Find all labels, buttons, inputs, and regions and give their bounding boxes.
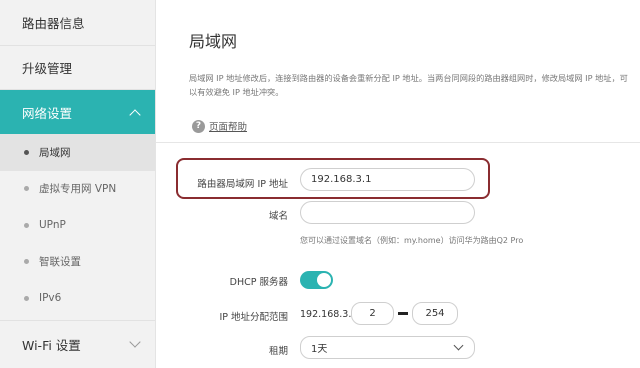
- sidebar-item-ipv6[interactable]: IPv6: [0, 280, 155, 317]
- bullet-icon: [24, 149, 29, 155]
- bullet-icon: [24, 259, 29, 265]
- help-circle-icon: ?: [192, 119, 205, 133]
- main-content: 局域网 局域网 IP 地址修改后，连接到路由器的设备会重新分配 IP 地址。当两…: [156, 0, 640, 368]
- bullet-icon: [24, 295, 29, 301]
- nav-router-info[interactable]: 路由器信息: [0, 0, 155, 46]
- ip-range-start-input[interactable]: 2: [351, 302, 394, 325]
- nav-network-settings[interactable]: 网络设置: [0, 90, 155, 134]
- sidebar-item-lan[interactable]: 局域网: [0, 134, 155, 171]
- nav-upgrade[interactable]: 升级管理: [0, 46, 155, 90]
- dhcp-label: DHCP 服务器: [229, 277, 288, 288]
- lan-ip-label: 路由器局域网 IP 地址: [197, 179, 288, 190]
- nav-upgrade-label: 升级管理: [22, 61, 73, 76]
- sidebar-item-smart-link[interactable]: 智联设置: [0, 244, 155, 281]
- nav-wifi-settings-label: Wi-Fi 设置: [22, 338, 81, 353]
- sidebar-item-vpn[interactable]: 虚拟专用网 VPN: [0, 171, 155, 208]
- chevron-down-icon: [129, 336, 141, 348]
- nav-network-settings-label: 网络设置: [22, 105, 73, 121]
- ip-range-prefix: 192.168.3.: [300, 309, 352, 320]
- sidebar-item-label: 局域网: [39, 146, 71, 159]
- domain-label: 域名: [268, 211, 288, 222]
- ip-range-label: IP 地址分配范围: [219, 312, 288, 323]
- chevron-up-icon: [129, 108, 141, 121]
- dhcp-toggle[interactable]: [300, 271, 333, 289]
- sidebar-item-upnp[interactable]: UPnP: [0, 207, 155, 244]
- sidebar-item-label: 虚拟专用网 VPN: [39, 183, 117, 196]
- divider: [156, 142, 640, 143]
- range-dash: [398, 312, 408, 315]
- domain-hint: 您可以通过设置域名（例如：my.home）访问华为路由Q2 Pro: [300, 236, 524, 245]
- sidebar: 路由器信息 升级管理 网络设置 局域网 虚拟专用网 VPN UPnP 智联设置 …: [0, 0, 156, 368]
- lease-label: 租期: [268, 346, 288, 357]
- chevron-down-icon: [453, 340, 464, 351]
- sidebar-item-label: 智联设置: [39, 256, 81, 269]
- lease-select[interactable]: 1天: [300, 336, 475, 359]
- bullet-icon: [24, 222, 29, 228]
- page-description: 局域网 IP 地址修改后，连接到路由器的设备会重新分配 IP 地址。当两台同网段…: [189, 73, 628, 97]
- ip-range-end-input[interactable]: 254: [412, 302, 458, 325]
- bullet-icon: [24, 186, 29, 192]
- sidebar-item-label: UPnP: [39, 219, 66, 232]
- page-title: 局域网: [189, 32, 238, 51]
- lan-ip-input[interactable]: 192.168.3.1: [300, 168, 475, 191]
- nav-router-info-label: 路由器信息: [22, 16, 85, 31]
- domain-input[interactable]: [300, 201, 475, 224]
- sidebar-item-label: IPv6: [39, 292, 62, 305]
- lease-select-value: 1天: [311, 344, 328, 355]
- nav-wifi-settings[interactable]: Wi-Fi 设置: [0, 320, 155, 368]
- help-link-label: 页面帮助: [209, 122, 248, 133]
- help-link[interactable]: ? 页面帮助: [192, 119, 247, 133]
- toggle-knob: [317, 273, 331, 287]
